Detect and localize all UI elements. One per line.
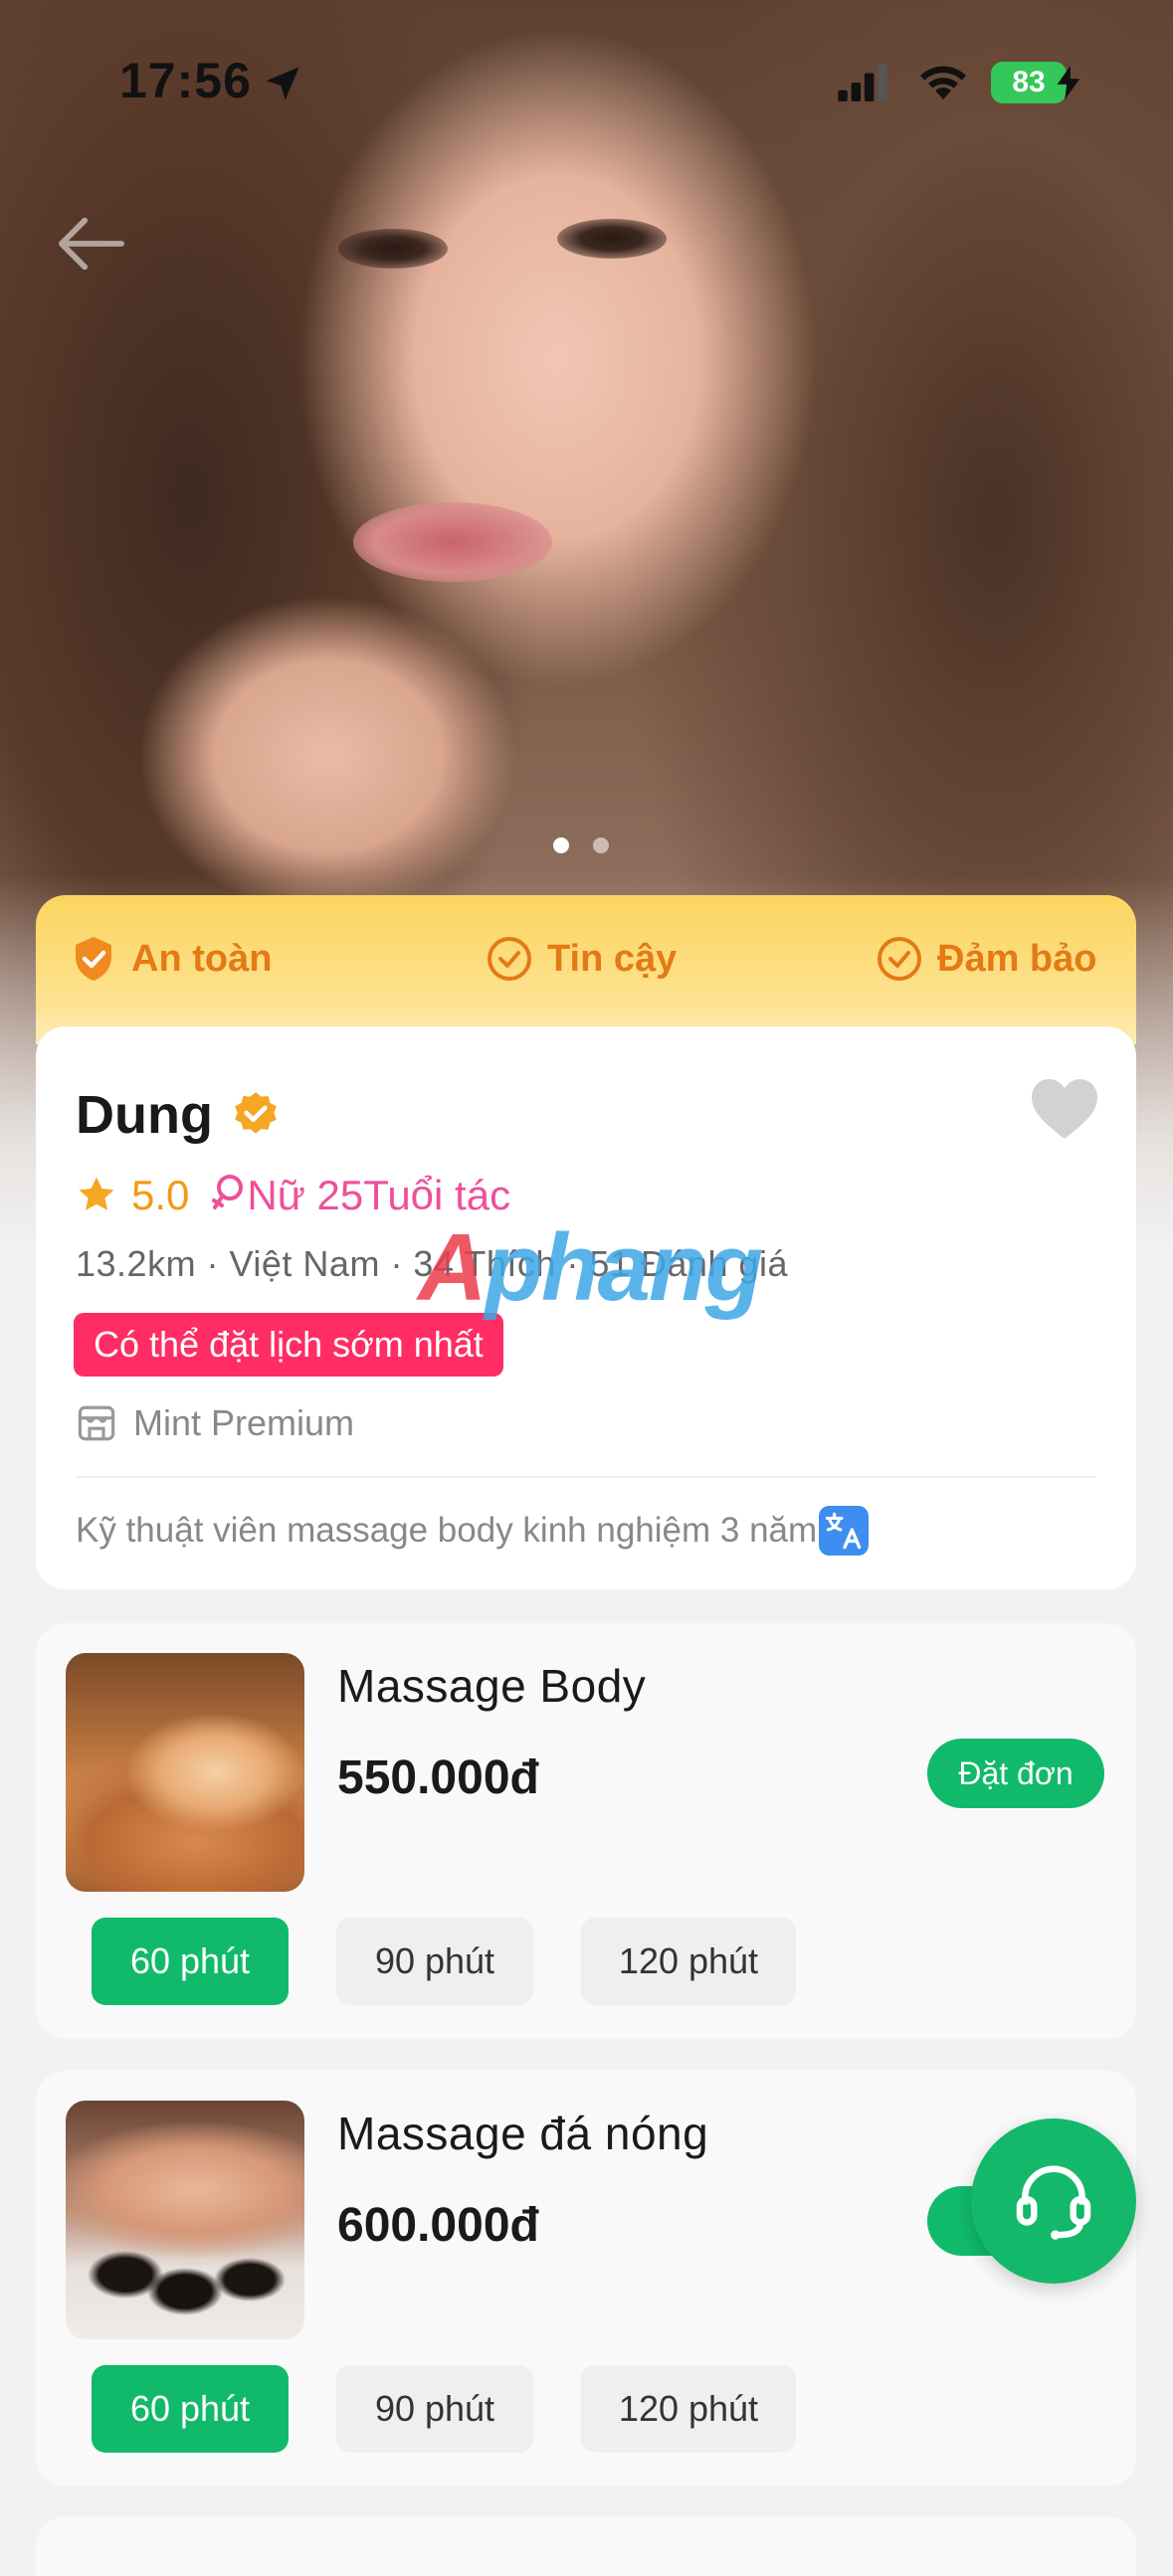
service-price: 550.000đ <box>337 1751 539 1804</box>
service-price: 600.000đ <box>337 2199 539 2252</box>
charging-bolt-icon <box>1057 66 1080 99</box>
check-circle-icon <box>878 937 921 981</box>
duration-option[interactable]: 120 phút <box>581 1918 796 2005</box>
wifi-icon <box>920 66 966 99</box>
check-circle-icon <box>488 937 531 981</box>
order-button[interactable]: Đặt đơn <box>927 1739 1104 1808</box>
service-title: Massage Body <box>337 1660 647 1712</box>
trust-banner: An toàn Tin cậy Đảm bảo <box>36 895 1136 1044</box>
duration-option-selected[interactable]: 60 phút <box>92 1918 289 2005</box>
service-thumbnail <box>66 2101 304 2339</box>
divider <box>76 1476 1096 1478</box>
store-row[interactable]: Mint Premium <box>76 1402 354 1444</box>
duration-option[interactable]: 120 phút <box>581 2365 796 2453</box>
female-icon <box>212 1175 244 1209</box>
store-icon <box>78 1405 115 1441</box>
pagination-dot[interactable] <box>593 837 609 853</box>
rating-row: 5.0 Nữ 25Tuổi tác <box>76 1172 510 1219</box>
trust-label: Tin cậy <box>547 937 678 980</box>
location-arrow-icon <box>266 67 299 100</box>
photo-pagination <box>553 837 609 853</box>
watermark-part: A <box>418 1214 487 1321</box>
trust-item-guarantee: Đảm bảo <box>876 935 1096 983</box>
therapist-name: Dung <box>76 1085 213 1145</box>
photo-detail <box>557 219 667 259</box>
duration-option[interactable]: 90 phút <box>336 1918 533 2005</box>
status-time: 17:56 <box>119 53 252 108</box>
service-card-partial <box>36 2516 1136 2576</box>
star-icon <box>79 1177 114 1210</box>
trust-item-reliable: Tin cậy <box>486 935 677 983</box>
battery-icon: 83 <box>991 62 1067 103</box>
watermark-logo: Aphang <box>418 1213 763 1323</box>
duration-option-selected[interactable]: 60 phút <box>92 2365 289 2453</box>
trust-item-safe: An toàn <box>70 935 272 983</box>
translate-icon[interactable] <box>819 1506 870 1556</box>
support-button[interactable] <box>971 2118 1136 2284</box>
gender-age: Nữ 25Tuổi tác <box>247 1172 511 1218</box>
battery-level: 83 <box>1012 66 1046 98</box>
duration-option[interactable]: 90 phút <box>336 2365 533 2453</box>
service-title: Massage đá nóng <box>337 2108 709 2159</box>
trust-label: Đảm bảo <box>937 937 1097 980</box>
verified-badge-icon <box>235 1092 277 1134</box>
status-bar: 17:56 83 <box>0 0 1173 169</box>
store-name: Mint Premium <box>133 1402 355 1443</box>
photo-detail <box>338 229 448 269</box>
service-card[interactable]: Massage Body 550.000đ Đặt đơn 60 phút 90… <box>36 1623 1136 2039</box>
trust-label: An toàn <box>131 937 273 980</box>
watermark-part: phang <box>485 1214 763 1321</box>
shield-check-icon <box>76 937 111 981</box>
bio-row: Kỹ thuật viên massage body kinh nghiệm 3… <box>76 1506 870 1556</box>
service-card[interactable]: Massage đá nóng 600.000đ Đ 60 phút 90 ph… <box>36 2071 1136 2486</box>
service-thumbnail <box>66 1653 304 1892</box>
pagination-dot-active[interactable] <box>553 837 569 853</box>
signal-icon <box>838 64 887 101</box>
photo-detail <box>353 502 552 582</box>
back-arrow-icon[interactable] <box>56 214 125 274</box>
heart-icon[interactable] <box>1029 1076 1100 1142</box>
rating-value: 5.0 <box>131 1172 190 1218</box>
bio-text: Kỹ thuật viên massage body kinh nghiệm 3… <box>76 1511 818 1550</box>
headset-icon <box>1016 2165 1091 2240</box>
